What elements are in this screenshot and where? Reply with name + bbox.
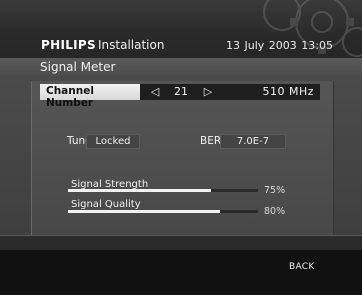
signal-quality-label: Signal Quality — [71, 199, 141, 210]
brand-logo: PHILIPS — [41, 38, 96, 52]
signal-meter-screen: PHILIPS Installation 13 July 2003 13:05 … — [0, 0, 362, 295]
signal-quality-bar — [68, 210, 258, 213]
frequency-value: 510 MHz — [262, 85, 314, 98]
signal-quality-value: 80% — [264, 206, 286, 217]
back-button[interactable]: BACK — [289, 262, 315, 272]
footer-bar — [0, 250, 362, 295]
signal-strength-value: 75% — [264, 185, 286, 196]
page-title: Signal Meter — [40, 60, 116, 74]
arrow-left-icon[interactable]: ◁ — [149, 84, 161, 100]
datetime: 13 July 2003 13:05 — [226, 39, 333, 52]
channel-number-value: 21 — [174, 85, 188, 98]
tuner-status-value: Locked — [86, 134, 140, 149]
signal-strength-fill — [68, 189, 211, 192]
channel-label: Channel Number — [46, 85, 94, 109]
footer-band — [0, 236, 362, 250]
header-bar: PHILIPS Installation 13 July 2003 13:05 — [0, 0, 362, 58]
date-text: 13 July 2003 — [226, 39, 297, 52]
arrow-right-icon[interactable]: ▷ — [202, 84, 214, 100]
time-text: 13:05 — [301, 39, 333, 52]
signal-strength-bar — [68, 189, 258, 192]
ber-label: BER — [200, 135, 222, 147]
signal-quality-fill — [68, 210, 220, 213]
channel-number-row[interactable]: Channel Number ◁ 21 ▷ 510 MHz — [40, 84, 320, 109]
ber-value: 7.0E-7 — [220, 134, 286, 149]
section-title: Installation — [98, 38, 165, 52]
title-bar: Signal Meter — [0, 58, 362, 78]
channel-label-highlight: Channel Number — [40, 84, 140, 109]
